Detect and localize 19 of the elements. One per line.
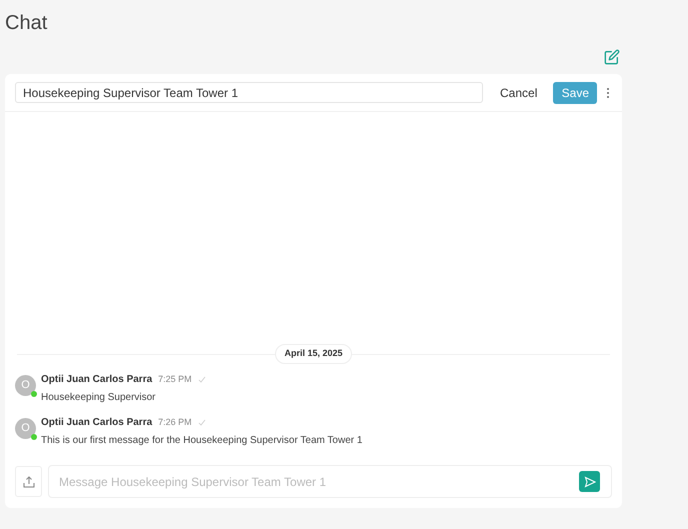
- page-title: Chat: [5, 12, 48, 34]
- message-field[interactable]: Message Housekeeping Supervisor Team Tower 1: [48, 465, 612, 498]
- avatar: O: [15, 418, 36, 439]
- avatar: O: [15, 375, 36, 396]
- send-icon: [584, 476, 596, 488]
- message-text: This is our first message for the Housekeeping Supervisor Team Tower 1: [41, 434, 362, 448]
- edit-icon[interactable]: [604, 49, 620, 65]
- cancel-button[interactable]: Cancel: [499, 84, 538, 102]
- send-button[interactable]: [579, 471, 600, 492]
- check-icon: [198, 376, 206, 383]
- message-author: Optii Juan Carlos Parra: [41, 416, 152, 430]
- upload-icon[interactable]: [15, 466, 42, 497]
- message-text: Housekeeping Supervisor: [41, 391, 157, 405]
- chat-name-field[interactable]: Housekeeping Supervisor Team Tower 1: [15, 82, 483, 103]
- message-time: 7:25 PM: [158, 372, 192, 386]
- message-time: 7:26 PM: [158, 416, 192, 429]
- message-author: Optii Juan Carlos Parra: [41, 373, 152, 387]
- more-icon[interactable]: [605, 86, 612, 100]
- check-icon: [198, 419, 206, 426]
